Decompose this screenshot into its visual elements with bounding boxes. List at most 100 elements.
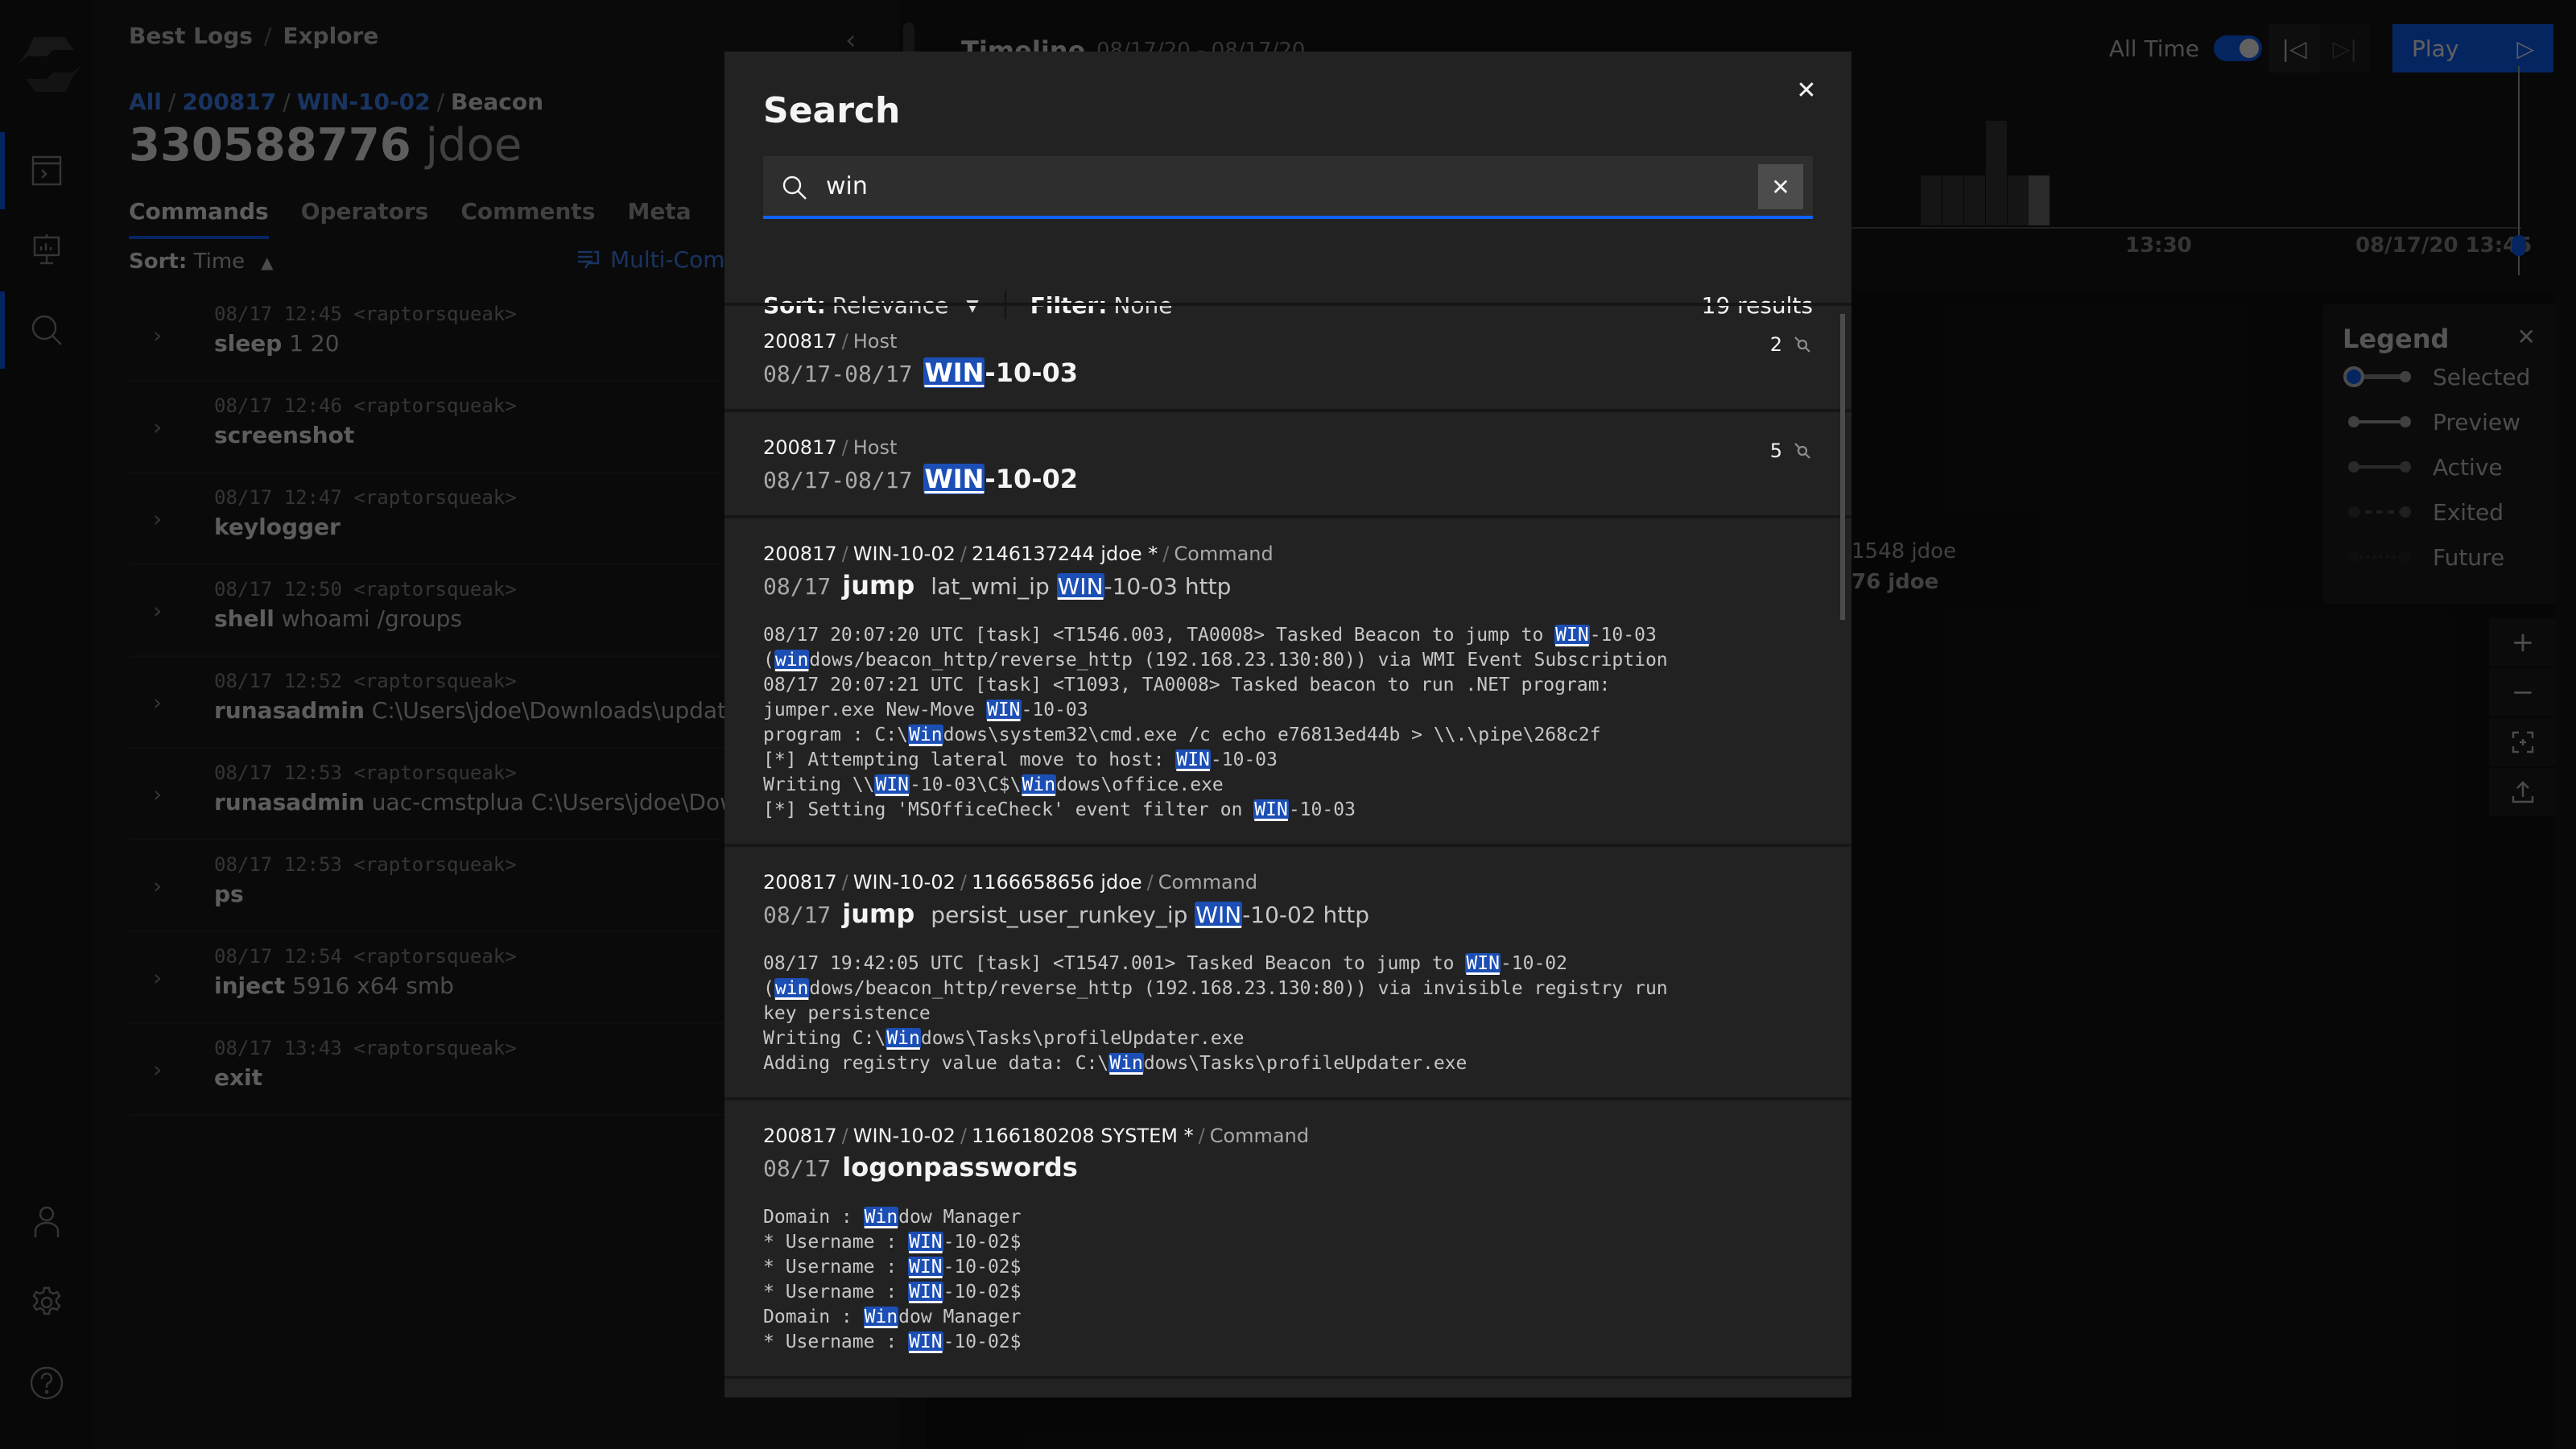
output-text: program : C:\	[763, 724, 909, 745]
result-kind: Command	[1158, 871, 1258, 894]
breadcrumb-segment[interactable]: 200817	[763, 871, 837, 894]
result-kind: Host	[852, 330, 898, 353]
search-input[interactable]	[826, 156, 1711, 216]
result-host[interactable]: 200817/Host 5 08/17-08/17 WIN-10-02	[724, 412, 1852, 518]
breadcrumb-separator: /	[960, 1125, 967, 1147]
breadcrumb-separator: /	[841, 543, 848, 565]
search-highlight: win	[774, 978, 810, 999]
breadcrumb-segment[interactable]: WIN-10-02	[853, 871, 956, 894]
output-text: Adding registry value data: C:\	[763, 1053, 1109, 1074]
search-highlight: WIN	[1465, 953, 1501, 974]
output-text: 08/17 20:07:21 UTC [task] <T1093, TA0008…	[763, 675, 1611, 696]
result-host[interactable]: 200817/Host 2 08/17-08/17 WIN-10-03	[724, 306, 1852, 412]
breadcrumb-separator: /	[1162, 543, 1170, 565]
command-output: Domain : Window Manager * Username : WIN-…	[763, 1205, 1813, 1355]
output-text: dows/beacon_http/reverse_http (192.168.2…	[809, 650, 1668, 671]
beacon-count: 2	[1769, 333, 1782, 356]
output-line: Writing \\WIN-10-03\C$\Windows\office.ex…	[763, 773, 1813, 798]
search-highlight: win	[774, 650, 810, 671]
result-dates: 08/17-08/17	[763, 467, 913, 493]
output-text: dows\office.exe	[1056, 774, 1224, 795]
search-highlight: Win	[1108, 1053, 1144, 1074]
output-text: key persistence	[763, 1003, 931, 1024]
breadcrumb-separator: /	[960, 871, 967, 894]
args-text: persist_user_runkey_ip	[931, 902, 1195, 928]
breadcrumb-segment[interactable]: 1166180208 SYSTEM *	[972, 1125, 1194, 1147]
output-line: jumper.exe New-Move WIN-10-03	[763, 698, 1813, 723]
output-text: * Username :	[763, 1232, 909, 1253]
search-highlight: Win	[886, 1028, 921, 1049]
breadcrumb-separator: /	[841, 871, 848, 894]
search-highlight: WIN	[1253, 799, 1289, 820]
result-command[interactable]: 200817/WIN-10-02/1166658656 jdoe / Command…	[724, 847, 1852, 1100]
args-text: -10-02 http	[1242, 902, 1370, 928]
output-text: 08/17 19:42:05 UTC [task] <T1547.001> Ta…	[763, 953, 1466, 974]
breadcrumb-segment[interactable]: 2146137244 jdoe *	[972, 543, 1158, 565]
search-icon	[782, 175, 807, 200]
result-breadcrumb: 200817/Host	[763, 436, 1813, 459]
search-highlight: WIN	[1554, 625, 1590, 646]
search-highlight: Win	[863, 1207, 899, 1228]
beacon-icon	[1794, 336, 1810, 353]
output-line: key persistence	[763, 1001, 1813, 1026]
host-name-rest: -10-03	[985, 357, 1079, 388]
breadcrumb-separator: /	[1146, 871, 1154, 894]
output-line: * Username : WIN-10-02$	[763, 1280, 1813, 1305]
result-command[interactable]: 200817/WIN-10-02/1166180208 SYSTEM * / Com…	[724, 1100, 1852, 1379]
result-command[interactable]: 200817/WIN-10-02/2146137244 jdoe * / Comma…	[724, 518, 1852, 847]
breadcrumb-segment[interactable]: WIN-10-02	[853, 543, 956, 565]
output-line: Domain : Window Manager	[763, 1205, 1813, 1230]
result-kind: Command	[1209, 1125, 1310, 1147]
command-name: jump	[842, 898, 915, 929]
command-name: logonpasswords	[842, 1152, 1078, 1183]
output-line: Adding registry value data: C:\Windows\T…	[763, 1051, 1813, 1076]
search-highlight: WIN	[1056, 573, 1104, 600]
output-text: dows/beacon_http/reverse_http (192.168.2…	[809, 978, 1668, 999]
output-text: -10-03	[1021, 700, 1088, 720]
search-highlight: WIN	[923, 464, 985, 494]
args-text: lat_wmi_ip	[931, 573, 1057, 600]
output-line: program : C:\Windows\system32\cmd.exe /c…	[763, 723, 1813, 748]
output-text: -10-02	[1500, 953, 1568, 974]
results-scrollbar[interactable]	[1840, 314, 1845, 620]
modal-title: Search	[763, 90, 901, 131]
output-line: [*] Attempting lateral move to host: WIN…	[763, 748, 1813, 773]
output-text: -10-02$	[943, 1331, 1022, 1352]
modal-close-button[interactable]: ✕	[1784, 68, 1829, 113]
output-line: 08/17 20:07:20 UTC [task] <T1546.003, TA…	[763, 623, 1813, 648]
output-line: (windows/beacon_http/reverse_http (192.1…	[763, 976, 1813, 1001]
output-text: (	[763, 650, 774, 671]
result-headline: 08/17-08/17 WIN-10-03	[763, 357, 1813, 388]
breadcrumb-segment[interactable]: WIN-10-02	[853, 1125, 956, 1147]
breadcrumb-segment[interactable]: 200817	[763, 436, 837, 459]
result-headline: 08/17-08/17 WIN-10-02	[763, 464, 1813, 494]
breadcrumb-segment[interactable]: 200817	[763, 1125, 837, 1147]
result-kind: Host	[852, 436, 898, 459]
breadcrumb-segment[interactable]: 1166658656 jdoe	[972, 871, 1142, 894]
search-modal: ✕ Search ✕ Sort: Relevance ▼ Filter:None…	[724, 52, 1852, 1397]
output-text: 08/17 20:07:20 UTC [task] <T1546.003, TA…	[763, 625, 1555, 646]
output-text: Writing \\	[763, 774, 875, 795]
output-text: -10-03	[1288, 799, 1356, 820]
command-name: jump	[842, 570, 915, 601]
beacon-count: 5	[1769, 440, 1782, 462]
close-icon: ✕	[1796, 76, 1817, 105]
command-output: 08/17 20:07:20 UTC [task] <T1546.003, TA…	[763, 623, 1813, 823]
output-text: * Username :	[763, 1257, 909, 1278]
result-dates: 08/17-08/17	[763, 361, 913, 387]
result-date: 08/17	[763, 573, 832, 600]
breadcrumb-separator: /	[841, 436, 848, 459]
output-text: -10-03	[1589, 625, 1657, 646]
search-field[interactable]: ✕	[763, 156, 1813, 219]
output-text: -10-02$	[943, 1282, 1022, 1302]
breadcrumb-segment[interactable]: 200817	[763, 543, 837, 565]
output-text: Domain :	[763, 1307, 864, 1327]
clear-search-button[interactable]: ✕	[1758, 164, 1803, 209]
search-highlight: WIN	[874, 774, 910, 795]
breadcrumb-segment[interactable]: 200817	[763, 330, 837, 353]
output-text: -10-02$	[943, 1232, 1022, 1253]
close-icon: ✕	[1771, 173, 1790, 200]
result-breadcrumb: 200817/Host	[763, 330, 1813, 353]
output-line: 08/17 19:42:05 UTC [task] <T1547.001> Ta…	[763, 952, 1813, 976]
result-headline: 08/17 jump persist_user_runkey_ip WIN-10-0…	[763, 898, 1813, 929]
